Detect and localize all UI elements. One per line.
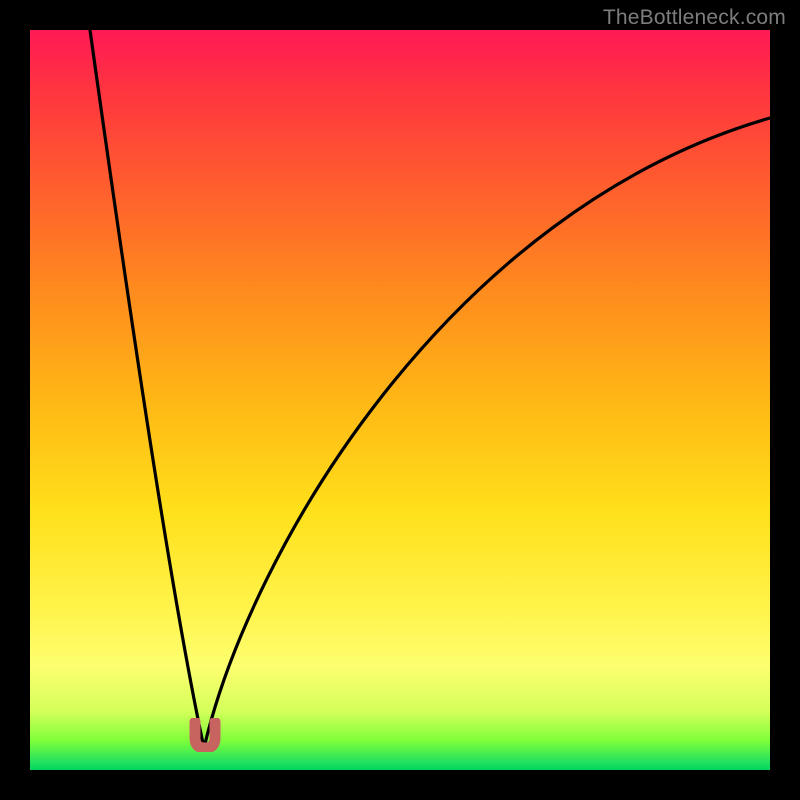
curve-left-arm	[90, 30, 204, 748]
curve-right-arm	[204, 118, 770, 748]
watermark-text: TheBottleneck.com	[603, 6, 786, 30]
plot-area	[30, 30, 770, 770]
bottleneck-curve	[30, 30, 770, 770]
